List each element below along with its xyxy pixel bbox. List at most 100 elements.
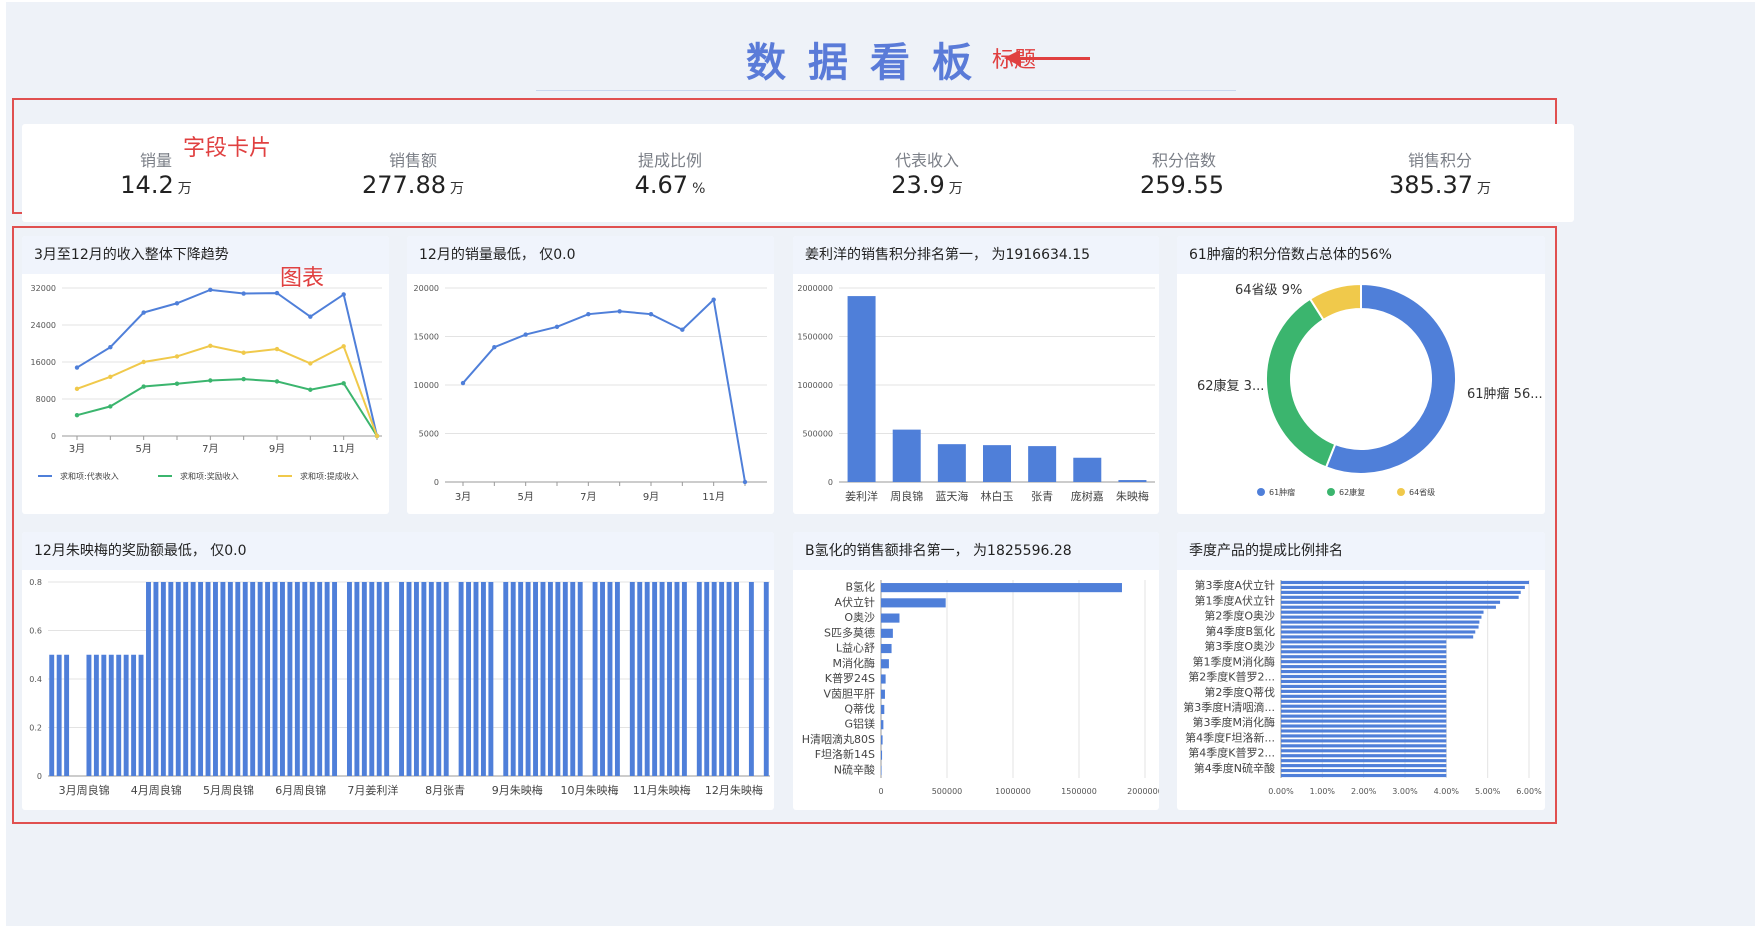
bar xyxy=(562,582,568,776)
title-underline xyxy=(536,90,1236,91)
bar xyxy=(1281,674,1447,679)
card-value: 259.55 xyxy=(1140,171,1224,199)
y-tick-label: 0 xyxy=(434,478,439,487)
bar xyxy=(183,582,189,776)
y-tick-label: 1000000 xyxy=(797,381,833,390)
bar xyxy=(983,445,1011,482)
x-tick-label: 9月 xyxy=(269,443,285,455)
data-point xyxy=(241,376,246,382)
bar xyxy=(421,582,427,776)
metric-card-sales-points[interactable]: 销售积分 385.37 万 xyxy=(1306,124,1574,222)
y-tick-label: 第3季度M消化酶 xyxy=(1193,715,1276,729)
bar xyxy=(213,582,218,776)
cards-annotation: 字段卡片 xyxy=(183,136,272,161)
legend-label: 求和项:提成收入 xyxy=(300,471,359,481)
legend-label: 61肿瘤 xyxy=(1269,487,1295,497)
data-point xyxy=(308,387,313,392)
y-tick-label: 0 xyxy=(828,478,833,487)
x-tick-label: 0 xyxy=(878,787,883,796)
bar xyxy=(1281,600,1501,604)
bar xyxy=(667,582,672,776)
bar xyxy=(1281,665,1447,669)
data-point xyxy=(341,381,346,386)
title-annotation: 标题 xyxy=(992,48,1037,73)
y-tick-label: H清咽滴丸80S xyxy=(802,732,875,746)
metric-card-points-multiple[interactable]: 积分倍数 259.55 xyxy=(1050,124,1318,222)
bar xyxy=(881,750,883,760)
bar xyxy=(294,582,300,776)
bar xyxy=(1281,694,1447,698)
bar xyxy=(1281,734,1447,738)
bar xyxy=(1281,714,1447,718)
y-tick-label: 第1季度M消化酶 xyxy=(1193,654,1276,668)
bar xyxy=(1281,640,1447,644)
x-tick-label: 蓝天海 xyxy=(935,489,968,503)
x-tick-label: 5月 xyxy=(517,491,533,503)
y-tick-label: 第3季度H清咽滴... xyxy=(1183,700,1275,714)
bar xyxy=(384,582,390,776)
bar xyxy=(881,704,885,715)
bar xyxy=(1281,739,1447,743)
bar xyxy=(881,735,883,745)
income-line-chart: 0 8000 16000 24000 32000 3月 5月 7月 9月 11月求和项:代表收入 求… xyxy=(31,284,382,481)
card-value: 14.2 万 xyxy=(120,171,192,199)
bar xyxy=(64,654,70,776)
panel-points-share[interactable]: 61肿瘤的积分倍数占总体的56% 61肿瘤 56... 61肿瘤 62康复 3...… xyxy=(1177,236,1545,514)
y-tick-label: F坦洛新14S xyxy=(815,747,875,761)
data-point xyxy=(208,378,213,383)
x-tick-label: 3月 xyxy=(69,443,85,455)
data-point xyxy=(341,344,346,349)
panel-points-ranking[interactable]: 姜利洋的销售积分排名第一， 为1916634.15 0 500000 1000000… xyxy=(793,236,1159,514)
bar xyxy=(1281,729,1447,733)
bar xyxy=(881,583,1122,593)
bar xyxy=(354,582,360,776)
data-point xyxy=(174,381,180,386)
panel-sales-amount-ranking[interactable]: B氢化的销售额排名第一， 为1825596.28 0 500000 1000000 1… xyxy=(793,532,1159,810)
bar xyxy=(1281,699,1447,703)
bar xyxy=(250,582,256,776)
y-tick-label: 20000 xyxy=(414,284,439,293)
x-tick-label: 7月姜利洋 xyxy=(347,783,398,797)
y-tick-label: 24000 xyxy=(31,321,56,330)
bar xyxy=(570,582,576,776)
panel-sales-volume[interactable]: 12月的销量最低， 仅0.0 0 5000 10000 15000 20000 3月 5月 7… xyxy=(407,236,774,514)
charts-annotation: 图表 xyxy=(280,266,325,291)
metric-card-sales-amount[interactable]: 销售额 277.88 万 xyxy=(279,124,547,222)
panel-title: 3月至12月的收入整体下降趋势 xyxy=(22,236,389,274)
y-tick-label: 0.6 xyxy=(29,627,42,636)
series-line xyxy=(76,344,378,437)
card-value: 23.9 万 xyxy=(891,171,963,199)
bar xyxy=(704,582,710,776)
bar xyxy=(235,582,241,776)
bar xyxy=(659,582,665,776)
panel-income-trend[interactable]: 3月至12月的收入整体下降趋势 0 8000 16000 24000 32000 3月 5月… xyxy=(22,236,389,514)
data-point xyxy=(742,479,748,485)
card-label: 积分倍数 xyxy=(1151,151,1216,170)
bar xyxy=(101,654,107,776)
y-tick-label: Q蒂伐 xyxy=(844,703,875,716)
bar xyxy=(160,582,166,776)
y-tick-label: 2000000 xyxy=(797,284,833,293)
x-tick-label: 1.00% xyxy=(1310,787,1336,796)
data-point xyxy=(460,380,466,386)
bar xyxy=(540,582,546,776)
pie-slice xyxy=(1324,282,1457,475)
bar xyxy=(413,582,419,776)
metric-card-commission-ratio[interactable]: 提成比例 4.67% xyxy=(536,124,804,222)
bar xyxy=(1281,655,1447,659)
y-tick-label: O奥沙 xyxy=(844,610,875,624)
x-tick-label: 2000000 xyxy=(1127,787,1159,796)
bar xyxy=(1281,759,1447,763)
metric-card-rep-income[interactable]: 代表收入 23.9 万 xyxy=(793,124,1061,222)
data-point xyxy=(492,344,497,350)
legend-swatch xyxy=(1257,488,1265,496)
data-point xyxy=(74,386,80,392)
panel-commission-ranking[interactable]: 季度产品的提成比例排名 0.00% 1.00% 2.00% 3.00% 4.00% 5.0… xyxy=(1177,532,1545,810)
x-tick-label: 9月朱映梅 xyxy=(492,783,543,797)
bar xyxy=(346,582,352,776)
data-point xyxy=(241,291,246,296)
panel-reward-amount[interactable]: 12月朱映梅的奖励额最低， 仅0.0 0 0.2 0.4 0.6 0.8 3月周良锦 4月周… xyxy=(22,532,774,810)
panel-title: 季度产品的提成比例排名 xyxy=(1177,532,1545,570)
bar xyxy=(1281,679,1447,684)
bar xyxy=(324,582,330,776)
